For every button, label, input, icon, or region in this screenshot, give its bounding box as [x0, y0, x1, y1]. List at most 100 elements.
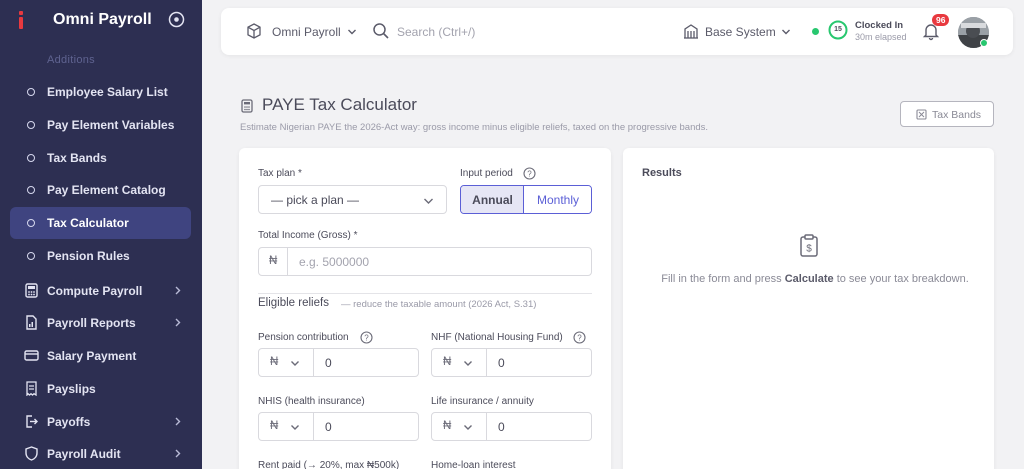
currency-prefix: ₦: [270, 420, 279, 432]
sidebar-item-payroll-audit[interactable]: Payroll Audit: [10, 438, 191, 469]
life-insurance-input[interactable]: 0: [498, 420, 505, 434]
sidebar-item-tax-bands[interactable]: Tax Bands: [10, 142, 191, 174]
tax-plan-label: Tax plan *: [258, 168, 302, 179]
system-selector-label: Base System: [705, 25, 776, 39]
credit-card-icon: [24, 350, 39, 361]
top-bar: Omni Payroll Search (Ctrl+/) Base System…: [221, 8, 1013, 55]
svg-text:?: ?: [364, 334, 369, 343]
results-title: Results: [642, 167, 682, 179]
bank-icon: [684, 24, 698, 39]
system-selector[interactable]: Base System: [683, 23, 793, 41]
page-title: PAYE Tax Calculator: [262, 95, 417, 114]
circle-icon: [27, 88, 35, 96]
help-icon[interactable]: ?: [360, 331, 373, 344]
sidebar-item-label: Pay Element Catalog: [47, 183, 166, 197]
calculator-icon: [241, 99, 253, 113]
gross-income-field: ₦ e.g. 5000000: [258, 247, 592, 276]
sidebar-item-label: Employee Salary List: [47, 85, 168, 99]
calculator-form-card: Tax plan * — pick a plan — Input period …: [239, 148, 611, 469]
sidebar-item-compute-payroll[interactable]: Compute Payroll: [10, 275, 191, 307]
sidebar-item-pay-element-catalog[interactable]: Pay Element Catalog: [10, 174, 191, 206]
divider: [287, 248, 288, 275]
chevron-down-icon: [291, 361, 299, 366]
nhis-input[interactable]: 0: [325, 420, 332, 434]
circle-icon: [27, 219, 35, 227]
tax-plan-select[interactable]: — pick a plan —: [258, 185, 447, 214]
logout-icon: [26, 415, 38, 428]
chevron-right-icon: [175, 417, 181, 426]
status-dot: [812, 28, 819, 35]
period-annual-button[interactable]: Annual: [461, 186, 524, 213]
life-insurance-label: Life insurance / annuity: [431, 396, 534, 407]
sidebar-item-label: Tax Calculator: [47, 216, 129, 230]
brand-logo-icon: [19, 11, 23, 29]
chevron-right-icon: [175, 286, 181, 295]
period-monthly-label: Monthly: [536, 193, 580, 207]
sidebar-item-salary-payment[interactable]: Salary Payment: [10, 340, 191, 372]
chevron-down-icon: [424, 198, 433, 204]
section-divider: [258, 293, 592, 294]
nhf-input[interactable]: 0: [498, 356, 505, 370]
life-insurance-field: ₦ 0: [431, 412, 592, 441]
chevron-down-icon: [348, 29, 356, 35]
sidebar-item-label: Tax Bands: [47, 151, 107, 165]
cube-icon: [247, 23, 261, 39]
sidebar-brand: Omni Payroll: [0, 0, 202, 42]
sidebar-item-label: Pension Rules: [47, 249, 130, 263]
sidebar-item-label: Pay Element Variables: [47, 118, 175, 132]
currency-select[interactable]: ₦: [259, 413, 314, 440]
online-status-dot: [980, 39, 988, 47]
home-loan-label: Home-loan interest: [431, 460, 516, 469]
receipt-icon: [26, 381, 37, 396]
pension-label: Pension contribution: [258, 332, 349, 343]
chevron-right-icon: [175, 318, 181, 327]
search-box[interactable]: Search (Ctrl+/): [372, 22, 522, 42]
clock-elapsed: 30m elapsed: [855, 32, 907, 42]
results-empty-message: Fill in the form and press Calculate to …: [652, 270, 978, 288]
pension-input[interactable]: 0: [325, 356, 332, 370]
circle-icon: [27, 121, 35, 129]
shield-icon: [25, 446, 38, 461]
sidebar-item-pension-rules[interactable]: Pension Rules: [10, 240, 191, 272]
sidebar-item-payroll-reports[interactable]: Payroll Reports: [10, 307, 191, 339]
tax-bands-button[interactable]: Tax Bands: [900, 101, 994, 127]
sidebar-item-payoffs[interactable]: Payoffs: [10, 406, 191, 438]
nhis-field: ₦ 0: [258, 412, 419, 441]
svg-text:$: $: [806, 244, 812, 255]
search-input[interactable]: Search (Ctrl+/): [397, 25, 475, 39]
sidebar-item-payslips[interactable]: Payslips: [10, 373, 191, 405]
svg-text:?: ?: [527, 170, 532, 179]
pension-field: ₦ 0: [258, 348, 419, 377]
app-selector[interactable]: Omni Payroll: [246, 23, 361, 41]
brand-name: Omni Payroll: [53, 11, 152, 28]
currency-select[interactable]: ₦: [432, 349, 487, 376]
clock-minutes: 15: [834, 26, 842, 33]
sidebar-item-pay-element-variables[interactable]: Pay Element Variables: [10, 109, 191, 141]
clipboard-dollar-icon: $: [800, 234, 818, 257]
help-icon[interactable]: ?: [523, 167, 536, 180]
input-period-toggle: Annual Monthly: [460, 185, 592, 214]
currency-select[interactable]: ₦: [432, 413, 487, 440]
input-period-label: Input period: [460, 168, 513, 179]
chevron-down-icon: [464, 361, 472, 366]
results-card: [623, 148, 994, 469]
sidebar-item-tax-calculator[interactable]: Tax Calculator: [10, 207, 191, 239]
sidebar-item-employee-salary-list[interactable]: Employee Salary List: [10, 76, 191, 108]
help-icon[interactable]: ?: [573, 331, 586, 344]
empty-text-before: Fill in the form and press: [661, 273, 785, 285]
currency-prefix: ₦: [270, 356, 279, 368]
period-monthly-button[interactable]: Monthly: [525, 186, 591, 213]
sidebar: Omni Payroll Additions Employee Salary L…: [0, 0, 202, 469]
chevron-down-icon: [464, 425, 472, 430]
currency-select[interactable]: ₦: [259, 349, 314, 376]
sidebar-item-label: Salary Payment: [47, 349, 137, 363]
search-icon: [373, 23, 389, 39]
app-selector-label: Omni Payroll: [272, 25, 341, 39]
sidebar-section-additions: Additions: [47, 54, 95, 66]
clock-status-title: Clocked In: [855, 20, 904, 31]
chevron-down-icon: [291, 425, 299, 430]
sidebar-item-label: Payslips: [47, 382, 96, 396]
sidebar-item-label: Payoffs: [47, 415, 91, 429]
sidebar-toggle-icon[interactable]: [168, 11, 185, 28]
gross-income-input[interactable]: e.g. 5000000: [299, 255, 369, 269]
